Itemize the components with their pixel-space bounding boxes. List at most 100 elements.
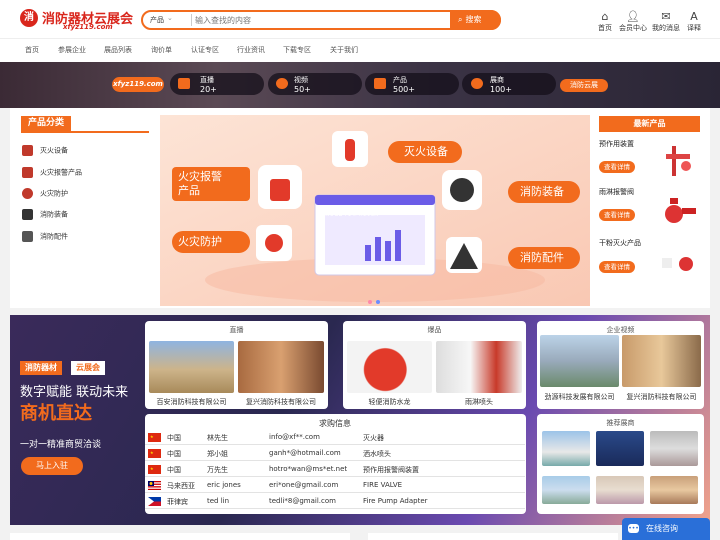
exhibitor-thumbnail[interactable]: [542, 476, 590, 504]
exhibitor-thumbnail[interactable]: [650, 431, 698, 466]
latest-product-name[interactable]: 雨淋报警阀: [599, 187, 634, 197]
request-name: eric jones: [207, 481, 241, 489]
equipment-icon: [22, 209, 33, 220]
product-icon: [374, 78, 386, 89]
company-name[interactable]: 复兴消防科技有限公司: [238, 397, 324, 407]
latest-product-name[interactable]: 预作用装置: [599, 139, 634, 149]
translate-button[interactable]: A 译释: [674, 10, 714, 33]
promo-tag: 云展会: [71, 361, 105, 375]
nav-item-home[interactable]: 首页: [25, 45, 39, 55]
carousel-dot-active[interactable]: [376, 300, 380, 304]
exhibitor-thumbnail[interactable]: [650, 476, 698, 504]
view-details-button[interactable]: 查看详情: [599, 161, 635, 173]
latest-product-image[interactable]: [656, 144, 700, 178]
alarm-icon: [22, 167, 33, 178]
hero-label-alarm[interactable]: 火灾报警 产品: [172, 167, 250, 201]
home-label: 首页: [598, 24, 612, 32]
category-item-equipment[interactable]: 消防装备: [22, 209, 68, 220]
promo-headline: 数字赋能 联动未来: [20, 385, 129, 400]
view-details-button[interactable]: 查看详情: [599, 261, 635, 273]
search-button[interactable]: ⌕ 搜索: [450, 10, 501, 30]
request-product: 洒水喷头: [363, 450, 391, 458]
latest-product-name[interactable]: 干粉灭火产品: [599, 238, 641, 248]
hero-label-protection[interactable]: 火灾防护: [172, 231, 250, 253]
promo-highlight: 商机直达: [20, 403, 92, 424]
category-item-extinguishing[interactable]: 灭火设备: [22, 145, 68, 156]
category-item-protection[interactable]: 火灾防护: [22, 188, 68, 199]
stat-label: 视频: [294, 76, 308, 84]
exhibit-name[interactable]: 雨淋喷头: [436, 397, 522, 407]
logo-domain: xfyz119.com: [63, 23, 113, 31]
promo-subtitle: 一对一精准商贸洽谈: [20, 440, 102, 450]
stat-label: 展商: [490, 76, 504, 84]
member-center-label: 会员中心: [619, 24, 647, 32]
company-name[interactable]: 复兴消防科技有限公司: [622, 392, 701, 402]
nav-item-news[interactable]: 行业资讯: [237, 45, 265, 55]
category-label: 火灾报警产品: [40, 168, 82, 177]
hero-label-extinguishing[interactable]: 灭火设备: [388, 141, 462, 163]
search-input[interactable]: [195, 13, 445, 27]
live-thumbnail[interactable]: [149, 341, 234, 393]
nav-item-certification[interactable]: 认证专区: [191, 45, 219, 55]
video-thumbnail[interactable]: [622, 335, 701, 387]
category-title: 产品分类: [21, 116, 71, 131]
category-item-accessories[interactable]: 消防配件: [22, 231, 68, 242]
nav-item-exhibitors[interactable]: 参展企业: [58, 45, 86, 55]
footer-card: [368, 533, 618, 540]
table-row[interactable]: [145, 430, 525, 445]
company-name[interactable]: 劲源科技发展有限公司: [540, 392, 619, 402]
latest-product-image[interactable]: [656, 250, 700, 284]
chat-icon: •••: [628, 524, 639, 533]
request-email: tedli*8@gmail.com: [269, 497, 336, 505]
carousel-dots[interactable]: [366, 297, 382, 306]
exhibitor-thumbnail[interactable]: [596, 431, 644, 466]
request-product: 预作用报警阀装置: [363, 466, 419, 474]
videos-title: 企业视频: [606, 326, 635, 334]
request-email: eri*one@gmail.com: [269, 481, 339, 489]
stat-label: 直播: [200, 76, 214, 84]
exhibit-name[interactable]: 轻便消防水龙: [347, 397, 432, 407]
live-title: 直播: [229, 326, 244, 334]
search-category-select[interactable]: 产品: [150, 15, 164, 25]
request-email: info@xf**.com: [269, 433, 320, 441]
nav-item-inquiry[interactable]: 询价单: [151, 45, 172, 55]
search-button-label: 搜索: [465, 15, 482, 24]
view-details-button[interactable]: 查看详情: [599, 209, 635, 221]
live-thumbnail[interactable]: [238, 341, 324, 393]
flag-cn-icon: ★: [148, 449, 161, 458]
extinguisher-icon: [22, 145, 33, 156]
exhibit-thumbnail[interactable]: [436, 341, 522, 393]
requests-title: 求购信息: [319, 419, 351, 428]
flag-cn-icon: ★: [148, 433, 161, 442]
search-icon: ⌕: [458, 15, 463, 24]
request-product: 灭火器: [363, 434, 384, 442]
request-country: 中国: [167, 434, 181, 442]
footer-card: [10, 533, 350, 540]
nav-item-downloads[interactable]: 下载专区: [283, 45, 311, 55]
hero-label-equipment[interactable]: 消防装备: [508, 181, 580, 203]
exhibitor-thumbnail[interactable]: [596, 476, 644, 504]
category-item-alarm[interactable]: 火灾报警产品: [22, 167, 82, 178]
nav-item-products[interactable]: 展品列表: [104, 45, 132, 55]
stat-label: 产品: [393, 76, 407, 84]
logo-icon[interactable]: 消: [20, 9, 38, 27]
video-thumbnail[interactable]: [540, 335, 619, 387]
nav-item-about[interactable]: 关于我们: [330, 45, 358, 55]
exhibit-thumbnail[interactable]: [347, 341, 432, 393]
request-name: 万先生: [207, 466, 228, 474]
chevron-down-icon[interactable]: ⌄: [167, 14, 173, 22]
cloud-expo-button[interactable]: 消防云展: [560, 79, 608, 92]
hero-label-accessories[interactable]: 消防配件: [508, 247, 580, 269]
accessory-icon: [22, 231, 33, 242]
carousel-dot[interactable]: [368, 300, 372, 304]
request-name: 林先生: [207, 434, 228, 442]
exhibits-title: 爆品: [427, 326, 442, 334]
category-label: 消防配件: [40, 232, 68, 241]
svg-text:★: ★: [150, 434, 154, 439]
company-name[interactable]: 百安消防科技有限公司: [149, 397, 234, 407]
stat-value: 500+: [393, 85, 415, 94]
latest-product-image[interactable]: [656, 196, 700, 230]
exhibitor-thumbnail[interactable]: [542, 431, 590, 466]
flag-cn-icon: ★: [148, 465, 161, 474]
join-now-button[interactable]: 马上入驻: [21, 457, 83, 475]
